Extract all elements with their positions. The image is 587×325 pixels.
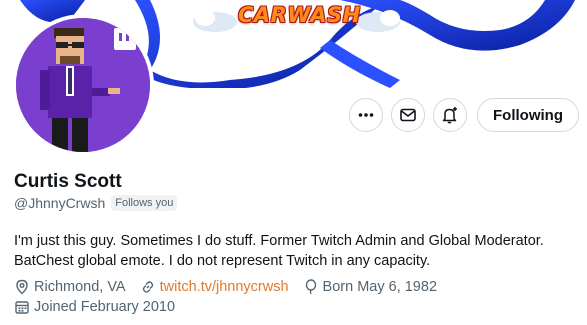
following-button[interactable]: Following [477, 98, 579, 132]
profile-meta: Richmond, VA twitch.tv/jhnnycrwsh Born M… [14, 277, 437, 317]
message-button[interactable] [391, 98, 426, 132]
location-text: Richmond, VA [34, 279, 126, 295]
website-item[interactable]: twitch.tv/jhnnycrwsh [140, 277, 289, 297]
profile-handle: @JhnnyCrwsh [14, 195, 106, 211]
more-icon [358, 113, 374, 117]
balloon-icon [305, 279, 316, 295]
calendar-icon [15, 301, 29, 314]
pixel-character-illustration [16, 18, 150, 152]
birthday-text: Born May 6, 1982 [322, 279, 438, 295]
joined-item: Joined February 2010 [14, 297, 175, 317]
bell-plus-icon [442, 107, 458, 124]
avatar[interactable] [12, 14, 154, 156]
link-icon [142, 281, 153, 293]
notifications-button[interactable] [433, 98, 468, 132]
profile-actions: Following [349, 98, 579, 132]
bio-line-2: BatChest global emote. I do not represen… [14, 253, 431, 269]
joined-text: Joined February 2010 [34, 299, 176, 315]
website-link[interactable]: twitch.tv/jhnnycrwsh [160, 277, 289, 297]
envelope-icon [400, 108, 416, 122]
bio-line-1: I'm just this guy. Sometimes I do stuff.… [14, 233, 544, 249]
more-button[interactable] [349, 98, 384, 132]
handle-row: @JhnnyCrwsh Follows you [14, 195, 178, 211]
profile-name: Curtis Scott [14, 171, 122, 192]
follows-you-badge: Follows you [111, 195, 178, 211]
location-item: Richmond, VA [14, 277, 126, 297]
location-pin-icon [16, 279, 28, 295]
avatar-image [16, 18, 150, 152]
banner-logo-text: CARWASH [238, 3, 361, 27]
profile-bio: I'm just this guy. Sometimes I do stuff.… [14, 231, 574, 271]
birthday-item: Born May 6, 1982 [303, 277, 437, 297]
